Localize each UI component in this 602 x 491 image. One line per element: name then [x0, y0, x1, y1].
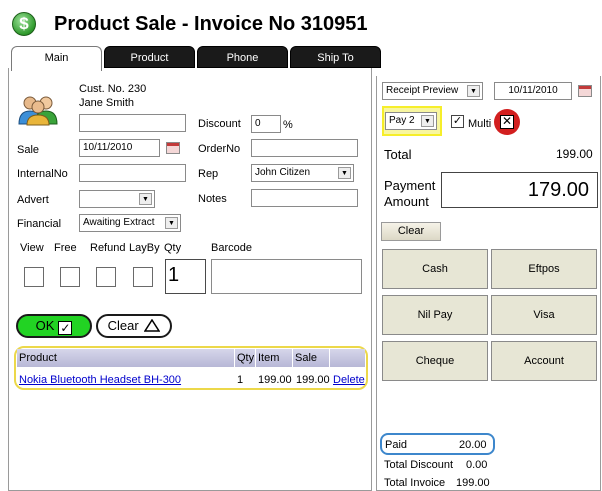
tab-product[interactable]: Product: [104, 46, 195, 68]
internalno-label: InternalNo: [17, 168, 68, 180]
cash-button[interactable]: Cash: [382, 249, 488, 289]
window-title: Product Sale - Invoice No 310951: [54, 13, 368, 35]
ok-button[interactable]: OK ✓: [16, 314, 92, 338]
orderno-field[interactable]: [251, 139, 358, 157]
financial-select[interactable]: Awaiting Extract ▼: [79, 214, 181, 232]
receipt-select[interactable]: Receipt Preview ▼: [382, 82, 483, 100]
advert-label: Advert: [17, 194, 49, 206]
financial-label: Financial: [17, 218, 62, 230]
rep-select[interactable]: John Citizen ▼: [251, 164, 354, 182]
chevron-down-icon: ▼: [165, 217, 178, 229]
clear-button-label: Clear: [107, 318, 139, 333]
internalno-field[interactable]: [79, 164, 186, 182]
view-label: View: [20, 242, 44, 254]
tab-phone[interactable]: Phone: [197, 46, 288, 68]
advert-select[interactable]: ▼: [79, 190, 155, 208]
column-sale[interactable]: Sale: [293, 349, 330, 367]
cancel-icon[interactable]: ✕: [494, 109, 520, 135]
item-sale: 199.00: [296, 374, 330, 386]
total-value: 199.00: [556, 147, 593, 161]
financial-select-value: Awaiting Extract: [83, 217, 155, 228]
discount-label: Discount: [198, 118, 241, 130]
free-label: Free: [54, 242, 77, 254]
payment-clear-button[interactable]: Clear: [381, 222, 441, 241]
customers-icon: [16, 92, 60, 126]
discount-unit: %: [283, 119, 293, 131]
barcode-field[interactable]: [211, 259, 362, 294]
account-button[interactable]: Account: [491, 341, 597, 381]
item-product-link[interactable]: Nokia Bluetooth Headset BH-300: [19, 374, 181, 386]
checkmark-icon: ✓: [58, 321, 73, 335]
receipt-select-value: Receipt Preview: [386, 85, 459, 96]
tab-ship-to[interactable]: Ship To: [290, 46, 381, 68]
multi-checkbox[interactable]: ✓: [451, 115, 464, 128]
barcode-label: Barcode: [211, 242, 252, 254]
nil-pay-button[interactable]: Nil Pay: [382, 295, 488, 335]
notes-label: Notes: [198, 193, 227, 205]
calendar-icon[interactable]: [578, 85, 592, 97]
rep-label: Rep: [198, 168, 219, 180]
payment-label-line1: Payment: [384, 178, 436, 193]
rep-select-value: John Citizen: [255, 167, 311, 178]
column-action: [330, 349, 365, 367]
receipt-date-field[interactable]: 10/11/2010: [494, 82, 572, 100]
cheque-button[interactable]: Cheque: [382, 341, 488, 381]
item-qty: 1: [237, 374, 244, 386]
column-item[interactable]: Item: [256, 349, 293, 367]
triangle-icon: [143, 318, 161, 332]
layby-checkbox[interactable]: [133, 267, 153, 287]
total-discount-value: 0.00: [466, 459, 488, 471]
delete-link[interactable]: Delete: [333, 374, 365, 386]
payment-label-line2: Amount: [384, 194, 429, 209]
total-invoice-label: Total Invoice: [384, 477, 446, 489]
visa-button[interactable]: Visa: [491, 295, 597, 335]
total-invoice-value: 199.00: [456, 477, 490, 489]
chevron-down-icon: ▼: [421, 115, 434, 127]
customer-extra-field[interactable]: [79, 114, 186, 132]
discount-field[interactable]: 0: [251, 115, 281, 133]
sale-label: Sale: [17, 144, 40, 156]
paid-value: 20.00: [459, 439, 487, 451]
refund-label: Refund: [90, 242, 126, 254]
items-table-header: Product Qty Item Sale: [17, 349, 365, 367]
sale-date-field[interactable]: 10/11/2010: [79, 139, 160, 157]
view-checkbox[interactable]: [24, 267, 44, 287]
calendar-icon[interactable]: [166, 142, 180, 154]
chevron-down-icon: ▼: [139, 193, 152, 205]
qty-label: Qty: [164, 242, 182, 254]
clear-button[interactable]: Clear: [96, 314, 172, 338]
refund-checkbox[interactable]: [96, 267, 116, 287]
paid-label: Paid: [385, 439, 408, 451]
eftpos-button[interactable]: Eftpos: [491, 249, 597, 289]
column-product[interactable]: Product: [17, 349, 235, 367]
column-qty[interactable]: Qty: [235, 349, 256, 367]
free-checkbox[interactable]: [60, 267, 80, 287]
pay-select[interactable]: Pay 2 ▼: [385, 112, 437, 130]
dollar-icon: $: [12, 12, 36, 36]
qty-field[interactable]: 1: [165, 259, 206, 294]
customer-name: Jane Smith: [79, 97, 135, 109]
ok-button-label: OK: [35, 318, 55, 333]
customer-number: Cust. No. 230: [79, 83, 147, 95]
payment-amount-field[interactable]: 179.00: [441, 172, 598, 208]
notes-field[interactable]: [251, 189, 358, 207]
chevron-down-icon: ▼: [467, 85, 480, 97]
pay-select-value: Pay 2: [389, 115, 415, 126]
total-discount-label: Total Discount: [384, 459, 454, 471]
multi-label: Multi: [468, 118, 492, 130]
chevron-down-icon: ▼: [338, 167, 351, 179]
orderno-label: OrderNo: [198, 143, 241, 155]
layby-label: LayBy: [129, 242, 160, 254]
item-price: 199.00: [258, 374, 292, 386]
total-label: Total: [384, 147, 412, 162]
